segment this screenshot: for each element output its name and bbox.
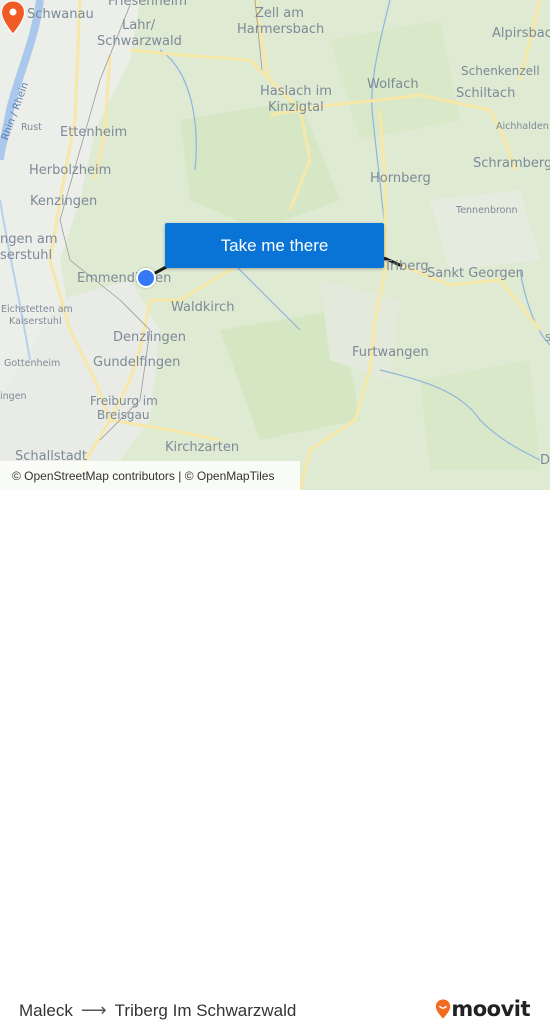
place-label: Schwarzwald <box>97 34 182 49</box>
footer: Maleck ⟶ Triberg Im Schwarzwald moovit <box>0 490 550 1021</box>
place-label: Schwanau <box>27 7 94 22</box>
place-label: Kaiserstuhl <box>9 316 62 327</box>
place-label: Alpirsbach <box>492 26 550 41</box>
place-label: Sankt Georgen <box>427 266 524 281</box>
place-label: Lahr/ <box>122 18 156 33</box>
place-label: D <box>540 453 550 468</box>
place-label: S <box>545 333 550 344</box>
place-label: Waldkirch <box>171 300 235 315</box>
place-label: Denzlingen <box>113 330 187 345</box>
moovit-logo-text: moovit <box>451 997 530 1021</box>
place-label: Rust <box>21 122 42 133</box>
place-label: Furtwangen <box>352 345 429 360</box>
moovit-logo: moovit <box>435 997 530 1021</box>
origin-name: Maleck <box>19 1000 73 1020</box>
origin-pin-icon[interactable] <box>136 268 156 288</box>
place-label: serstuhl <box>0 248 53 263</box>
route-summary: Maleck ⟶ Triberg Im Schwarzwald <box>19 1000 296 1021</box>
place-label: Emmendingen <box>77 271 172 286</box>
map[interactable]: Rhin / Rhein Friesenheim Schwanau Lahr/ … <box>0 0 550 490</box>
destination-name: Triberg Im Schwarzwald <box>114 1000 297 1020</box>
place-label: Kenzingen <box>30 194 98 209</box>
place-label: Ettenheim <box>60 125 128 140</box>
place-label: Schiltach <box>456 86 516 101</box>
place-label: Triberg <box>384 259 429 274</box>
place-label: ngen am <box>0 232 58 247</box>
destination-pin-icon[interactable] <box>0 0 26 36</box>
place-label: Schenkenzell <box>461 64 540 78</box>
place-label: Gundelfingen <box>93 355 181 370</box>
place-label: Eichstetten am <box>1 304 73 315</box>
place-label: Haslach im <box>260 84 332 99</box>
place-label: Wolfach <box>367 77 419 92</box>
place-label: Harmersbach <box>237 22 325 37</box>
place-label: Aichhalden <box>496 121 549 132</box>
place-label: Gottenheim <box>4 358 61 369</box>
moovit-pin-icon <box>436 999 451 1019</box>
place-label: Tennenbronn <box>456 205 518 216</box>
place-label: Kirchzarten <box>165 440 240 455</box>
place-label: Hornberg <box>370 171 431 186</box>
place-label: Kinzigtal <box>268 100 324 115</box>
place-label: Zell am <box>255 6 304 21</box>
place-label: Freiburg im <box>90 394 158 408</box>
place-label: Breisgau <box>97 408 150 422</box>
map-attribution[interactable]: © OpenStreetMap contributors | © OpenMap… <box>0 461 300 490</box>
place-label: Friesenheim <box>108 0 188 9</box>
place-label: ingen <box>0 391 27 402</box>
take-me-there-button[interactable]: Take me there <box>165 223 384 268</box>
place-label: Herbolzheim <box>29 163 112 178</box>
arrow-right-icon: ⟶ <box>80 1000 107 1020</box>
place-label: Schramberg <box>473 156 550 171</box>
